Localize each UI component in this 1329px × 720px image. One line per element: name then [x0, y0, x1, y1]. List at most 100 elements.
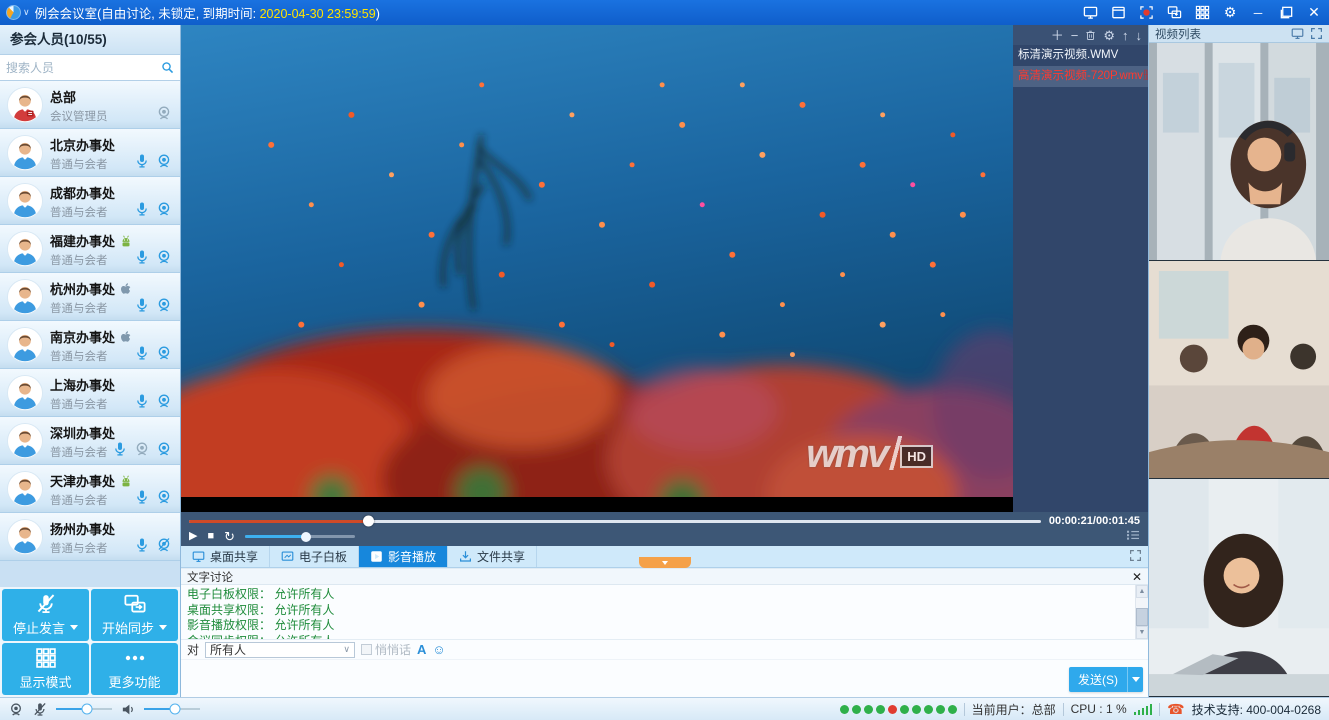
dropdown-caret-icon[interactable]	[159, 625, 167, 630]
participant-row[interactable]: 北京办事处 普通与会者	[0, 129, 180, 177]
camera-icon[interactable]	[156, 105, 172, 121]
search-input[interactable]	[6, 61, 161, 75]
mic-volume-slider[interactable]	[56, 708, 112, 710]
camera-icon[interactable]	[156, 297, 172, 313]
scroll-down-icon[interactable]: ▼	[1136, 626, 1148, 639]
start-sync-button[interactable]: 开始同步	[91, 589, 178, 641]
participant-row[interactable]: 杭州办事处 普通与会者	[0, 273, 180, 321]
playlist-move-up-icon[interactable]: ↑	[1122, 29, 1129, 42]
microphone-icon[interactable]	[134, 345, 150, 361]
playlist-item[interactable]: 标清演示视频.WMV	[1013, 45, 1148, 66]
camera-icon[interactable]	[156, 489, 172, 505]
camera-icon[interactable]	[156, 201, 172, 217]
app-menu-caret-icon[interactable]: ∨	[23, 7, 30, 18]
checkbox-icon[interactable]	[361, 644, 372, 655]
video-player-screen[interactable]: wmvHD	[181, 25, 1013, 512]
camera-icon[interactable]	[156, 345, 172, 361]
playlist-add-icon[interactable]: ＋	[1051, 29, 1064, 42]
slider-thumb[interactable]	[169, 704, 180, 715]
participant-row[interactable]: 上海办事处 普通与会者	[0, 369, 180, 417]
whisper-checkbox[interactable]: 悄悄话	[361, 641, 411, 658]
fullscreen-expand-icon[interactable]	[1129, 549, 1142, 565]
speaker-icon[interactable]	[120, 702, 136, 717]
microphone-icon[interactable]	[134, 201, 150, 217]
scroll-thumb[interactable]	[1136, 608, 1148, 626]
settings-gear-icon[interactable]: ⚙	[1221, 4, 1239, 22]
participant-row[interactable]: 南京办事处 普通与会者	[0, 321, 180, 369]
chat-scrollbar[interactable]: ▲ ▼	[1135, 585, 1148, 639]
volume-slider[interactable]	[245, 535, 355, 538]
microphone-icon[interactable]	[134, 489, 150, 505]
playlist-move-down-icon[interactable]: ↓	[1136, 29, 1143, 42]
camera-icon[interactable]	[156, 153, 172, 169]
more-features-button[interactable]: 更多功能	[91, 643, 178, 695]
playlist-trash-icon[interactable]	[1085, 29, 1096, 41]
status-dot	[924, 705, 933, 714]
status-dots	[840, 705, 957, 714]
emoji-button[interactable]: ☺	[432, 643, 445, 656]
microphone-icon[interactable]	[112, 441, 128, 457]
participant-row[interactable]: 成都办事处 普通与会者	[0, 177, 180, 225]
maximize-button[interactable]	[1277, 4, 1295, 22]
video-thumbnail-3[interactable]	[1149, 479, 1329, 697]
camera-slash-icon[interactable]	[156, 537, 172, 553]
meeting-app-window: ∨ 例会会议室(自由讨论, 未锁定, 到期时间: 2020-04-30 23:5…	[0, 0, 1329, 720]
tab-file-share[interactable]: 文件共享	[448, 546, 537, 567]
chat-message-input[interactable]	[181, 660, 1148, 697]
tab-media-playback[interactable]: 影音播放	[359, 546, 448, 567]
camera-status-icon[interactable]	[8, 702, 24, 717]
speaker-volume-slider[interactable]	[144, 708, 200, 710]
playlist-settings-icon[interactable]: ⚙	[1103, 29, 1115, 42]
participant-row[interactable]: 总部 会议管理员	[0, 81, 180, 129]
stop-button[interactable]: ■	[207, 531, 214, 542]
tab-desktop-share[interactable]: 桌面共享	[181, 546, 270, 567]
camera-icon[interactable]	[156, 441, 172, 457]
record-icon[interactable]	[1137, 4, 1155, 22]
microphone-icon[interactable]	[134, 393, 150, 409]
slider-thumb[interactable]	[81, 704, 92, 715]
chat-close-icon[interactable]: ✕	[1132, 571, 1142, 583]
scroll-up-icon[interactable]: ▲	[1136, 585, 1148, 598]
dropdown-caret-icon[interactable]	[70, 625, 78, 630]
recipient-select[interactable]: 所有人∨	[205, 642, 355, 658]
grid-layout-icon[interactable]	[1193, 4, 1211, 22]
participant-row[interactable]: 天津办事处 普通与会者	[0, 465, 180, 513]
collapse-pill[interactable]	[639, 557, 691, 568]
tab-whiteboard[interactable]: 电子白板	[270, 546, 359, 567]
cascade-screens-icon[interactable]	[1165, 4, 1183, 22]
microphone-icon[interactable]	[134, 249, 150, 265]
video-thumbnail-2[interactable]	[1149, 261, 1329, 479]
send-button[interactable]: 发送(S)	[1069, 667, 1127, 692]
video-thumbnail-1[interactable]	[1149, 43, 1329, 261]
search-icon[interactable]	[161, 60, 174, 75]
seek-thumb[interactable]	[363, 516, 374, 527]
participant-row[interactable]: 福建办事处 普通与会者	[0, 225, 180, 273]
send-options-caret[interactable]	[1127, 667, 1143, 692]
ellipsis-icon	[123, 647, 147, 669]
participant-row[interactable]: 扬州办事处 普通与会者	[0, 513, 180, 561]
mic-muted-status-icon[interactable]	[32, 702, 48, 717]
loop-button[interactable]: ↻	[224, 530, 235, 543]
playlist-toggle-icon[interactable]	[1126, 529, 1140, 544]
video-display-icon[interactable]	[1291, 27, 1304, 40]
minimize-button[interactable]: ─	[1249, 4, 1267, 22]
screen-share-icon[interactable]	[1081, 4, 1099, 22]
play-button[interactable]: ▶	[189, 531, 197, 542]
participant-row[interactable]: 深圳办事处 普通与会者	[0, 417, 180, 465]
camera-icon[interactable]	[156, 393, 172, 409]
font-style-button[interactable]: A	[417, 642, 426, 657]
stop-speaking-button[interactable]: 停止发言	[2, 589, 89, 641]
microphone-icon[interactable]	[134, 153, 150, 169]
volume-thumb[interactable]	[301, 532, 311, 542]
seek-bar[interactable]	[189, 520, 1041, 523]
window-layout-icon[interactable]	[1109, 4, 1127, 22]
camera-icon[interactable]	[156, 249, 172, 265]
microphone-icon[interactable]	[134, 297, 150, 313]
microphone-icon[interactable]	[134, 537, 150, 553]
display-mode-button[interactable]: 显示模式	[2, 643, 89, 695]
playlist-item-selected[interactable]: 高清演示视频-720P.wmv 删除	[1013, 66, 1148, 87]
close-button[interactable]: ✕	[1305, 4, 1323, 22]
playlist-remove-icon[interactable]: −	[1071, 29, 1079, 42]
video-expand-icon[interactable]	[1310, 27, 1323, 40]
camera-inactive-icon[interactable]	[134, 441, 150, 457]
